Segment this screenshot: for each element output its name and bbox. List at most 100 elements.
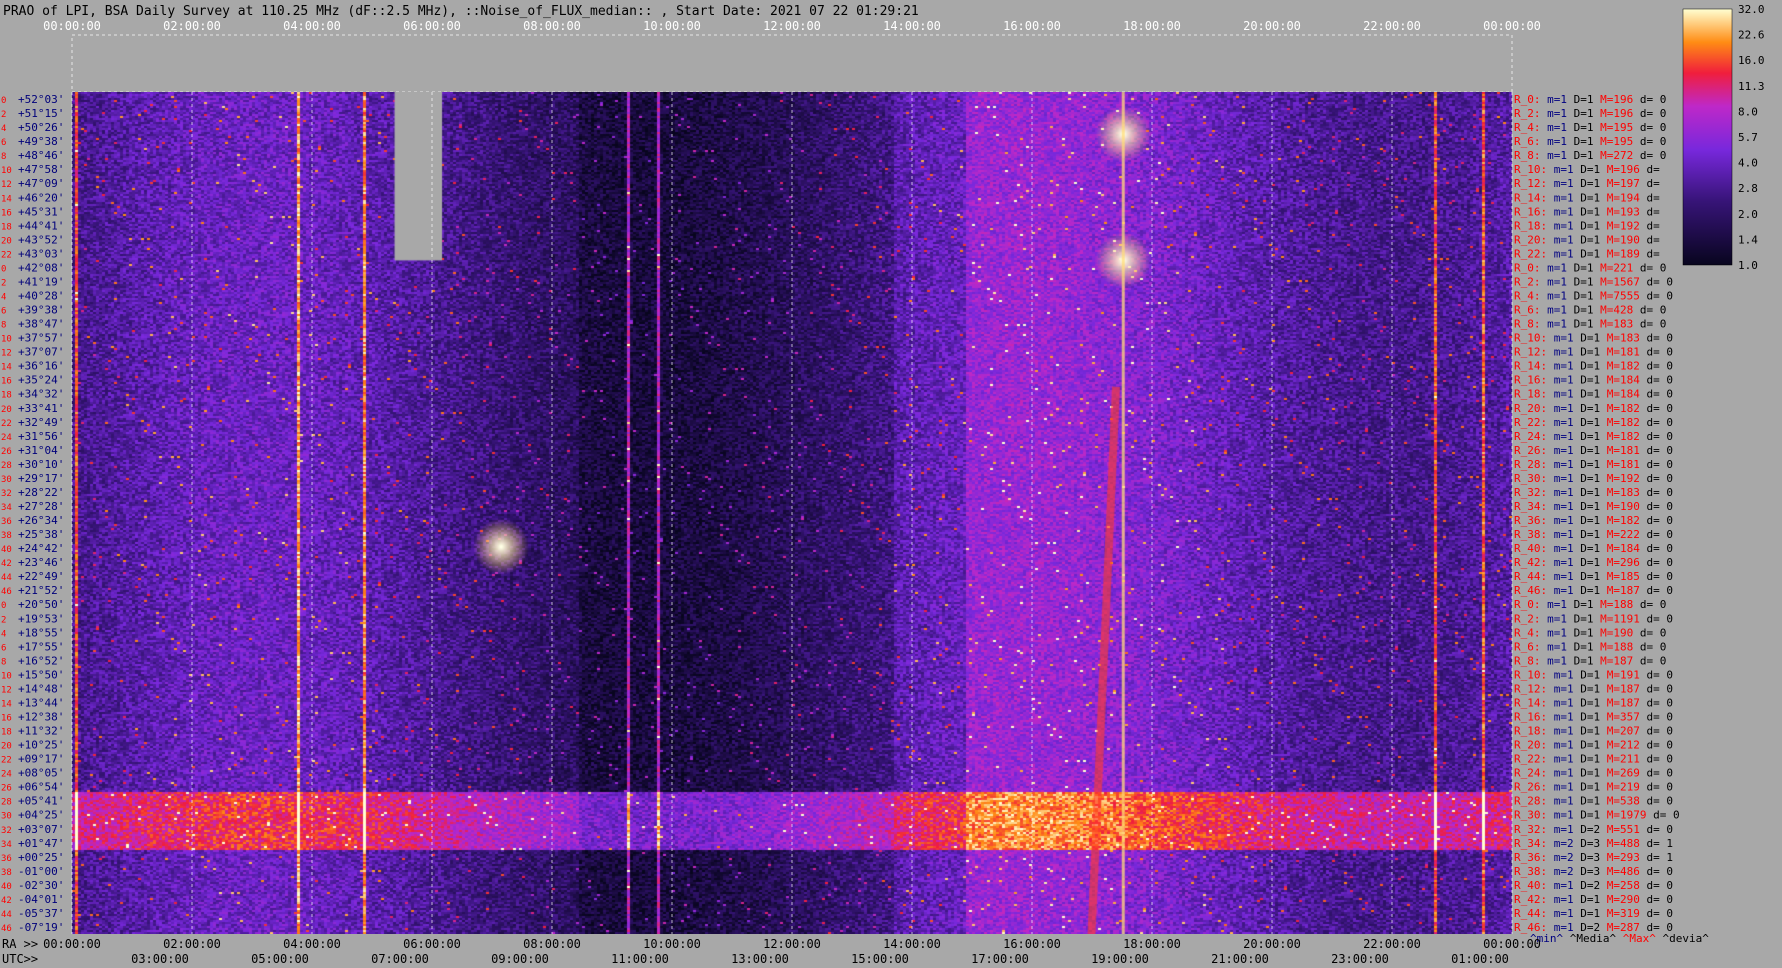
top-tick-label: 00:00:00	[1483, 19, 1541, 33]
beam-stats-field: d=	[1640, 191, 1660, 204]
beam-stats-field: R_30:	[1514, 809, 1547, 822]
declination-label: +05°41'	[18, 795, 64, 808]
beam-stats-field: m=1	[1547, 430, 1574, 443]
top-tick-label: 14:00:00	[883, 19, 941, 33]
beam-stats-field: M=293	[1600, 851, 1640, 864]
beam-stats-row: R_34: m=2 D=3 M=488 d= 1	[1514, 837, 1673, 850]
beam-number: 38	[1, 868, 12, 878]
beam-stats-field: d= 1	[1640, 851, 1673, 864]
beam-stats-field: D=1	[1567, 107, 1594, 120]
beam-stats-field: d= 0	[1640, 753, 1673, 766]
beam-stats-field: R_20:	[1514, 402, 1547, 415]
beam-number: 14	[1, 363, 12, 373]
beam-stats-field: D=1	[1567, 149, 1594, 162]
beam-stats-row: R_12: m=1 D=1 M=197 d=	[1514, 177, 1660, 190]
beam-stats-field: D=1	[1567, 304, 1594, 317]
beam-stats-row: R_44: m=1 D=1 M=185 d= 0	[1514, 570, 1673, 583]
declination-label: +31°04'	[18, 444, 64, 457]
declination-label: +36°16'	[18, 360, 64, 373]
beam-stats-row: R_28: m=1 D=1 M=181 d= 0	[1514, 458, 1673, 471]
utc-tick-label: 01:00:00	[1451, 952, 1509, 966]
beam-stats-field: M=258	[1600, 879, 1640, 892]
beam-stats-row: R_22: m=1 D=1 M=211 d= 0	[1514, 753, 1673, 766]
top-margin-box	[71, 34, 1513, 93]
beam-stats-field: D=1	[1567, 135, 1594, 148]
beam-stats-field: m=1	[1547, 219, 1574, 232]
top-tick-label: 08:00:00	[523, 19, 581, 33]
beam-stats-field: D=1	[1567, 289, 1594, 302]
beam-stats-field: m=1	[1547, 360, 1574, 373]
beam-stats-field: d=	[1640, 177, 1660, 190]
beam-stats-field: m=1	[1541, 640, 1568, 653]
beam-stats-field: R_0:	[1514, 93, 1541, 106]
beam-stats-field: D=1	[1574, 570, 1601, 583]
declination-label: +23°46'	[18, 556, 64, 569]
beam-stats-field: m=1	[1541, 107, 1568, 120]
beam-stats-field: R_2:	[1514, 275, 1541, 288]
declination-label: +48°46'	[18, 149, 64, 162]
beam-stats-field: m=1	[1541, 654, 1568, 667]
declination-label: +13°44'	[18, 696, 64, 709]
beam-stats-field: M=296	[1600, 556, 1640, 569]
stats-legend-item: ^Media^	[1563, 932, 1616, 945]
beam-stats-field: R_20:	[1514, 233, 1547, 246]
beam-stats-field: m=1	[1547, 710, 1574, 723]
beam-stats-row: R_34: m=1 D=1 M=190 d= 0	[1514, 500, 1673, 513]
beam-stats-field: m=1	[1547, 907, 1574, 920]
beam-stats-field: m=1	[1547, 444, 1574, 457]
beam-stats-field: M=181	[1600, 458, 1640, 471]
beam-stats-field: M=187	[1600, 696, 1640, 709]
beam-number: 24	[1, 433, 12, 443]
beam-stats-field: D=1	[1574, 781, 1601, 794]
beam-stats-field: M=194	[1600, 191, 1640, 204]
declination-label: +32°49'	[18, 416, 64, 429]
beam-stats-field: D=1	[1574, 472, 1601, 485]
beam-stats-field: d= 0	[1640, 865, 1673, 878]
beam-stats-row: R_14: m=1 D=1 M=182 d= 0	[1514, 360, 1673, 373]
colorbar-tick-label: 4.0	[1738, 157, 1758, 170]
declination-label: +31°56'	[18, 430, 64, 443]
declination-label: -04°01'	[18, 893, 64, 906]
beam-stats-row: R_42: m=1 D=1 M=290 d= 0	[1514, 893, 1673, 906]
beam-stats-field: M=272	[1594, 149, 1634, 162]
ra-tick-label: 14:00:00	[883, 937, 941, 951]
beam-stats-field: d= 0	[1640, 402, 1673, 415]
ra-tick-label: 00:00:00	[43, 937, 101, 951]
top-tick-label: 00:00:00	[43, 19, 101, 33]
declination-label: +14°48'	[18, 682, 64, 695]
beam-stats-field: m=1	[1541, 121, 1568, 134]
beam-stats-field: R_44:	[1514, 907, 1547, 920]
beam-stats-field: m=1	[1547, 753, 1574, 766]
beam-stats-field: R_14:	[1514, 696, 1547, 709]
beam-stats-field: D=1	[1567, 318, 1594, 331]
beam-stats-field: m=1	[1547, 584, 1574, 597]
beam-stats-field: d= 0	[1633, 654, 1666, 667]
beam-stats-field: D=1	[1567, 121, 1594, 134]
beam-stats-field: d= 0	[1640, 542, 1673, 555]
beam-stats-field: M=212	[1600, 739, 1640, 752]
beam-stats-field: M=187	[1600, 584, 1640, 597]
beam-stats-row: R_18: m=1 D=1 M=207 d= 0	[1514, 725, 1673, 738]
beam-number: 8	[1, 321, 6, 331]
declination-label: -02°30'	[18, 879, 64, 892]
declination-label: +17°55'	[18, 640, 64, 653]
beam-stats-field: D=1	[1567, 598, 1594, 611]
utc-tick-label: 15:00:00	[851, 952, 909, 966]
beam-stats-field: D=3	[1574, 865, 1601, 878]
beam-stats-row: R_20: m=1 D=1 M=212 d= 0	[1514, 739, 1673, 752]
beam-stats-field: M=184	[1600, 374, 1640, 387]
beam-number: 16	[1, 713, 12, 723]
beam-stats-field: D=1	[1574, 247, 1601, 260]
beam-stats-field: M=187	[1600, 682, 1640, 695]
beam-stats-field: d= 0	[1633, 598, 1666, 611]
beam-stats-field: M=189	[1600, 247, 1640, 260]
beam-stats-field: m=2	[1547, 865, 1574, 878]
beam-number: 30	[1, 475, 12, 485]
beam-stats-field: M=196	[1594, 107, 1634, 120]
beam-stats-row: R_14: m=1 D=1 M=194 d=	[1514, 191, 1660, 204]
beam-stats-field: m=1	[1541, 289, 1568, 302]
beam-stats-field: R_28:	[1514, 458, 1547, 471]
beam-stats-field: M=290	[1600, 893, 1640, 906]
beam-stats-field: D=1	[1574, 191, 1601, 204]
beam-stats-field: D=1	[1574, 542, 1601, 555]
